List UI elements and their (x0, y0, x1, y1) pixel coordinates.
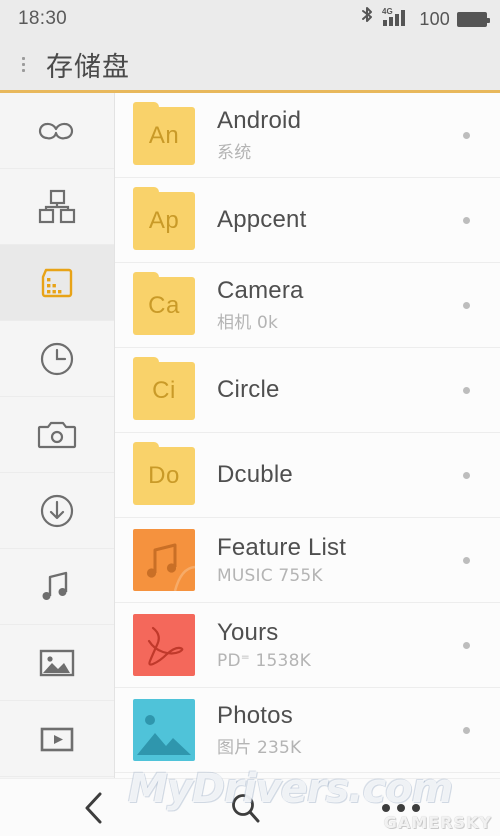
folder-abbr: Do (148, 462, 180, 490)
sidebar-item-apps[interactable] (0, 169, 114, 245)
sidebar-item-recent[interactable] (0, 321, 114, 397)
pdf-file-icon (133, 614, 195, 676)
bottom-nav-bar (0, 778, 500, 836)
file-meta: 图片 235K (217, 733, 463, 758)
row-menu-dot[interactable] (463, 387, 470, 394)
list-item-text: Yours PD⁼ 1538K (217, 619, 463, 671)
list-item[interactable]: Feature List MUSIC 755K (115, 518, 500, 603)
status-bar: 18:30 4G 100 (0, 0, 500, 38)
folder-icon: An (133, 104, 195, 166)
folder-icon: Ap (133, 189, 195, 251)
file-name: Feature List (217, 534, 463, 562)
file-name: Circle (217, 376, 463, 404)
music-note-icon (37, 569, 77, 605)
content-area: An Android 系统 Ap Appcent (0, 93, 500, 778)
search-icon[interactable] (228, 791, 262, 825)
file-name: Camera (217, 277, 463, 305)
file-name: Appcent (217, 206, 463, 234)
svg-text:4G: 4G (382, 7, 393, 16)
back-chevron-icon[interactable] (80, 790, 108, 826)
folder-abbr: Ap (149, 207, 179, 235)
list-item[interactable]: Yours PD⁼ 1538K (115, 603, 500, 688)
folder-abbr: An (149, 122, 179, 150)
list-item[interactable]: Ap Appcent (115, 178, 500, 263)
list-item-text: Appcent (217, 206, 463, 234)
list-item-text: Photos 图片 235K (217, 702, 463, 759)
list-item[interactable]: Do Dcuble (115, 433, 500, 518)
row-menu-dot[interactable] (463, 217, 470, 224)
bluetooth-icon (359, 6, 375, 33)
page-title: 存储盘 (46, 45, 130, 84)
cloud-icon (34, 114, 80, 148)
folder-abbr: Ci (152, 377, 176, 405)
row-menu-dot[interactable] (463, 642, 470, 649)
file-meta: 相机 0k (217, 308, 463, 333)
row-menu-dot[interactable] (463, 302, 470, 309)
list-item-text: Feature List MUSIC 755K (217, 534, 463, 586)
list-item[interactable]: Photos 图片 235K (115, 688, 500, 773)
camera-icon (36, 418, 78, 452)
title-bar: 存储盘 (0, 38, 500, 90)
list-item-text: Android 系统 (217, 107, 463, 164)
list-item-text: Dcuble (217, 461, 463, 489)
drag-handle-icon[interactable] (14, 57, 32, 72)
list-item-text: Circle (217, 376, 463, 404)
row-menu-dot[interactable] (463, 557, 470, 564)
sidebar-item-videos[interactable] (0, 701, 114, 777)
status-indicators: 4G 100 (359, 6, 487, 33)
file-list[interactable]: An Android 系统 Ap Appcent (115, 93, 500, 778)
row-menu-dot[interactable] (463, 472, 470, 479)
sidebar-item-music[interactable] (0, 549, 114, 625)
folder-icon: Ca (133, 274, 195, 336)
sidebar-item-camera[interactable] (0, 397, 114, 473)
list-item-text: Camera 相机 0k (217, 277, 463, 334)
folder-icon: Do (133, 444, 195, 506)
folder-icon: Ci (133, 359, 195, 421)
file-name: Yours (217, 619, 463, 647)
sdcard-icon (36, 265, 78, 301)
battery-icon (457, 12, 487, 27)
list-item[interactable]: An Android 系统 (115, 93, 500, 178)
sidebar (0, 93, 115, 778)
music-file-icon (133, 529, 195, 591)
image-icon (36, 646, 78, 680)
photo-file-icon (133, 699, 195, 761)
list-item[interactable]: Ca Camera 相机 0k (115, 263, 500, 348)
apps-grid-icon (37, 188, 77, 226)
status-clock: 18:30 (18, 8, 67, 30)
clock-icon (37, 339, 77, 379)
row-menu-dot[interactable] (463, 132, 470, 139)
more-dots-icon[interactable] (382, 804, 420, 812)
file-name: Photos (217, 702, 463, 730)
file-name: Dcuble (217, 461, 463, 489)
phone-screen: 18:30 4G 100 存储盘 (0, 0, 500, 836)
file-name: Android (217, 107, 463, 135)
battery-percent: 100 (419, 9, 450, 30)
sidebar-item-storage[interactable] (0, 245, 114, 321)
file-meta: PD⁼ 1538K (217, 651, 463, 671)
signal-icon: 4G (382, 6, 412, 33)
sidebar-item-cloud[interactable] (0, 93, 114, 169)
video-play-icon (36, 722, 78, 756)
sidebar-item-downloads[interactable] (0, 473, 114, 549)
sidebar-item-images[interactable] (0, 625, 114, 701)
row-menu-dot[interactable] (463, 727, 470, 734)
download-icon (37, 491, 77, 531)
file-meta: 系统 (217, 138, 463, 163)
folder-abbr: Ca (148, 292, 180, 320)
file-meta: MUSIC 755K (217, 566, 463, 586)
list-item[interactable]: Ci Circle (115, 348, 500, 433)
